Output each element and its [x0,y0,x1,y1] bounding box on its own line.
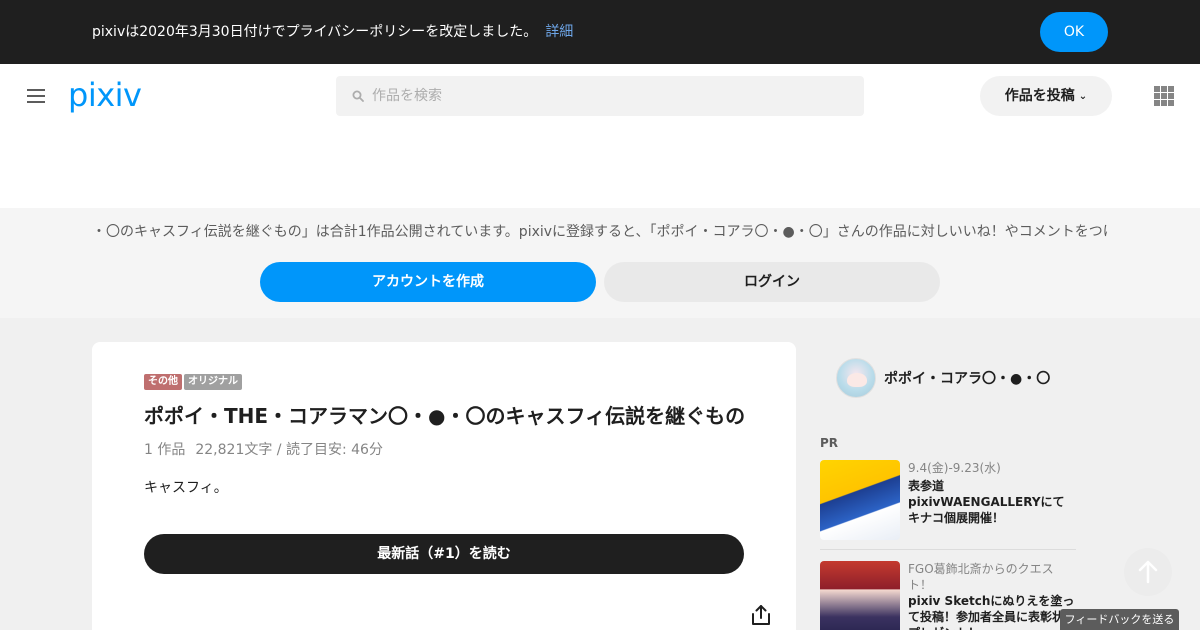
privacy-banner: pixivは2020年3月30日付けでプライバシーポリシーを改定しました。 詳細 … [0,0,1200,64]
ad-item[interactable]: 9.4(金)-9.23(水) 表参道pixivWAENGALLERYにてキナコ個… [820,460,1076,550]
series-title: ポポイ・THE・コアラマン〇・●・〇のキャスフィ伝説を継ぐもの [144,404,746,428]
word-count-read-time: 22,821文字 / 読了目安: 46分 [195,442,383,458]
privacy-ok-button[interactable]: OK [1040,12,1108,52]
read-latest-button[interactable]: 最新話（#1）を読む [144,534,744,574]
post-work-button[interactable]: 作品を投稿 ⌄ [980,76,1112,116]
pr-label: PR [820,436,839,450]
share-icon[interactable] [750,604,772,626]
create-account-button[interactable]: アカウントを作成 [260,262,596,302]
series-caption: キャスフィ。 [144,480,228,496]
avatar[interactable] [836,358,876,398]
novel-series-card: その他 オリジナル ポポイ・THE・コアラマン〇・●・〇のキャスフィ伝説を継ぐも… [92,342,796,630]
work-count: 1 作品 [144,442,186,458]
login-button[interactable]: ログイン [604,262,940,302]
search-icon [352,90,364,102]
ad-text[interactable]: 表参道pixivWAENGALLERYにてキナコ個展開催！ [908,478,1076,526]
ad-thumbnail[interactable] [820,561,900,630]
privacy-banner-text: pixivは2020年3月30日付けでプライバシーポリシーを改定しました。 詳細 [92,22,573,42]
signup-message: ・〇のキャスフィ伝説を継ぐもの」は合計1作品公開されています。pixivに登録す… [92,224,1108,240]
genre-tag[interactable]: その他 [144,374,182,390]
search-input[interactable] [372,76,852,116]
arrow-up-icon [1138,560,1158,584]
author-name[interactable]: ポポイ・コアラ〇・●・〇 [884,368,1050,388]
privacy-banner-message: pixivは2020年3月30日付けでプライバシーポリシーを改定しました。 [92,24,538,40]
series-meta: 1 作品 22,821文字 / 読了目安: 46分 [144,440,383,460]
privacy-details-link[interactable]: 詳細 [545,24,573,40]
site-header: pixiv 作品を投稿⌄ [0,64,1200,208]
author-profile[interactable]: ポポイ・コアラ〇・●・〇 [836,358,1050,398]
chevron-down-icon: ⌄ [1078,91,1088,102]
apps-grid-icon[interactable] [1154,86,1174,106]
signup-section: ・〇のキャスフィ伝説を継ぐもの」は合計1作品公開されています。pixivに登録す… [0,208,1200,318]
ad-meta: FGO葛飾北斎からのクエスト！ [908,562,1054,592]
feedback-button[interactable]: フィードバックを送る [1060,609,1179,630]
pixiv-logo[interactable]: pixiv [68,76,142,114]
tag-list: その他 オリジナル [144,374,242,390]
ad-meta: 9.4(金)-9.23(水) [908,461,1001,475]
ad-thumbnail[interactable] [820,460,900,540]
hamburger-menu-icon[interactable] [27,89,45,103]
ad-item[interactable]: FGO葛飾北斎からのクエスト！ pixiv Sketchにぬりえを塗って投稿！参… [820,561,1076,630]
original-tag[interactable]: オリジナル [184,374,242,390]
post-work-label: 作品を投稿 [1004,88,1075,104]
search-box[interactable] [336,76,864,116]
ad-text[interactable]: pixiv Sketchにぬりえを塗って投稿！参加者全員に表彰状をプレゼント！ [908,593,1076,630]
scroll-to-top-button[interactable] [1124,548,1172,596]
